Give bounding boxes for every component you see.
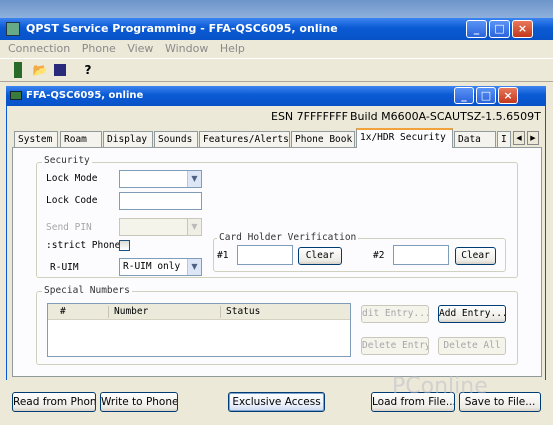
lock-code-label: Lock Code <box>46 195 98 206</box>
delete-entry-button[interactable]: Delete Entry <box>361 337 429 355</box>
build-label: Build M6600A-SCAUTSZ-1.5.6509T <box>350 110 541 123</box>
ruim-select[interactable]: R-UIM only ▼ <box>119 258 202 276</box>
read-from-phone-button[interactable]: Read from Phone <box>12 392 96 412</box>
delete-all-button[interactable]: Delete All <box>438 337 506 355</box>
close-button[interactable]: × <box>512 20 533 38</box>
menu-window[interactable]: Window <box>165 42 208 55</box>
menu-phone[interactable]: Phone <box>82 42 116 55</box>
lock-mode-select[interactable]: ▼ <box>119 170 202 188</box>
chv2-input[interactable] <box>393 245 449 265</box>
ruim-select-value: R-UIM only <box>123 261 181 272</box>
tab-scroll-right-button[interactable]: ▶ <box>527 131 539 145</box>
tab-features-alerts[interactable]: Features/Alerts <box>199 131 290 147</box>
maximize-button[interactable]: □ <box>489 20 510 38</box>
tab-display[interactable]: Display <box>103 131 153 147</box>
inner-title: FFA-QSC6095, online <box>26 90 144 101</box>
menu-view[interactable]: View <box>127 42 153 55</box>
tab-sounds[interactable]: Sounds <box>154 131 198 147</box>
chv1-clear-button[interactable]: Clear <box>298 247 342 265</box>
column-number-sign[interactable]: # <box>60 306 66 317</box>
tab-system[interactable]: System <box>14 131 58 147</box>
window-titlebar: QPST Service Programming - FFA-QSC6095, … <box>0 18 553 40</box>
phone-icon[interactable] <box>14 62 22 78</box>
pconline-watermark: PConline <box>392 374 488 399</box>
menu-bar: Connection Phone View Window Help <box>0 40 553 58</box>
inner-close-button[interactable]: × <box>498 87 518 104</box>
inner-minimize-button[interactable]: _ <box>454 87 474 104</box>
lock-mode-label: Lock Mode <box>46 173 98 184</box>
chevron-down-icon[interactable]: ▼ <box>187 259 201 275</box>
exclusive-access-button[interactable]: Exclusive Access <box>228 392 325 412</box>
restrict-phone-checkbox[interactable] <box>119 240 130 251</box>
column-status[interactable]: Status <box>226 306 260 317</box>
chevron-down-icon: ▼ <box>187 219 201 235</box>
add-entry-button[interactable]: Add Entry... <box>438 305 506 323</box>
minimize-button[interactable]: _ <box>466 20 487 38</box>
column-divider <box>220 306 221 318</box>
column-divider <box>108 306 109 318</box>
tab-scroll-left-button[interactable]: ◀ <box>513 131 525 145</box>
save-icon[interactable] <box>54 64 66 76</box>
tab-1x-hdr-security[interactable]: 1x/HDR Security <box>356 128 453 148</box>
esn-label: ESN 7FFFFFFF <box>271 110 348 123</box>
tab-roam[interactable]: Roam <box>60 131 102 147</box>
desktop-strip <box>0 0 553 18</box>
menu-help[interactable]: Help <box>220 42 245 55</box>
special-numbers-legend: Special Numbers <box>42 285 132 296</box>
window-title: QPST Service Programming - FFA-QSC6095, … <box>26 22 338 35</box>
tab-truncated[interactable]: I <box>497 131 511 147</box>
send-pin-label: Send PIN <box>46 222 92 233</box>
chv1-label: #1 <box>217 250 229 261</box>
security-legend: Security <box>42 155 92 166</box>
edit-entry-button[interactable]: dit Entry... <box>361 305 429 323</box>
write-to-phone-button[interactable]: Write to Phone <box>100 392 178 412</box>
tab-data[interactable]: Data <box>454 131 496 147</box>
card-holder-legend: Card Holder Verification <box>217 232 359 243</box>
toolbar: 📂 ? <box>0 58 553 82</box>
tab-phone-book[interactable]: Phone Book <box>291 131 355 147</box>
menu-connection[interactable]: Connection <box>8 42 70 55</box>
chv2-label: #2 <box>373 250 385 261</box>
inner-maximize-button[interactable]: □ <box>476 87 496 104</box>
app-icon <box>6 22 20 36</box>
special-numbers-list[interactable]: # Number Status <box>47 303 351 357</box>
chevron-down-icon[interactable]: ▼ <box>187 171 201 187</box>
phone-icon <box>10 91 22 100</box>
open-folder-icon[interactable]: 📂 <box>32 62 48 78</box>
send-pin-select: ▼ <box>119 218 202 236</box>
inner-titlebar: FFA-QSC6095, online _ □ × <box>6 86 546 106</box>
chv2-clear-button[interactable]: Clear <box>455 247 496 265</box>
list-header: # Number Status <box>48 304 350 320</box>
help-icon[interactable]: ? <box>80 62 96 78</box>
restrict-phone-label: :strict Phone <box>46 240 121 251</box>
chv1-input[interactable] <box>237 245 293 265</box>
ruim-label: R-UIM <box>50 262 79 273</box>
column-number[interactable]: Number <box>114 306 148 317</box>
lock-code-input[interactable] <box>119 192 202 210</box>
